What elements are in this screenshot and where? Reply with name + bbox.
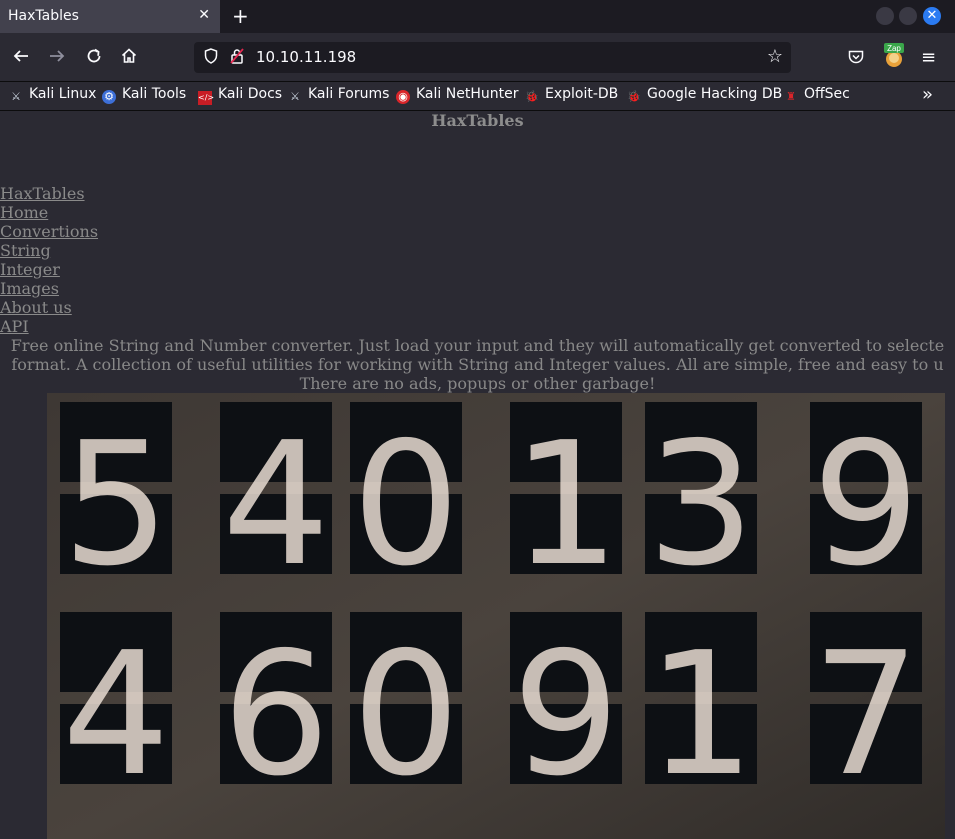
board-digit: 3 [647,406,755,604]
bookmark-label: Kali NetHunter [416,86,519,102]
number-board-photo: 5 4 0 1 3 94 6 0 9 1 7 [47,393,945,839]
board-digit: 9 [812,406,920,604]
bookmark-kali-docs[interactable]: </> Kali Docs [198,86,282,105]
bookmark-label: Kali Forums [308,86,390,102]
bookmark-kali-linux[interactable]: ⚔ Kali Linux [9,86,96,104]
nav-link-convertions[interactable]: Convertions [0,222,98,241]
bookmark-label: OffSec [804,86,850,102]
page-content: HaxTables HaxTables Home Convertions Str… [0,111,955,839]
intro-line: format. A collection of useful utilities… [11,355,944,374]
hamburger-menu-icon[interactable]: ≡ [921,47,936,68]
bookmarks-bar: ⚔ Kali Linux ⚙ Kali Tools </> Kali Docs ⚔ Ka… [0,82,955,111]
minimize-button[interactable] [876,7,894,25]
bookmark-kali-forums[interactable]: ⚔ Kali Forums [288,86,389,104]
nav-link-home[interactable]: Home [0,203,98,222]
exploit-db-icon: 🐞 [525,90,539,103]
forward-arrow-icon[interactable] [48,47,66,70]
kali-tools-icon: ⚙ [102,90,116,104]
bookmark-google-hacking-db[interactable]: 🐞 Google Hacking DB [627,86,782,104]
kali-linux-icon: ⚔ [11,90,21,103]
board-digit: 9 [512,616,620,814]
tab-close-icon[interactable]: ✕ [198,7,210,23]
board-digit: 6 [222,616,330,814]
maximize-button[interactable] [899,7,917,25]
back-arrow-icon[interactable] [12,47,30,70]
nav-link-integer[interactable]: Integer [0,260,98,279]
nav-toolbar: 10.10.11.198 ☆ Zap ≡ [0,33,955,82]
nav-link-images[interactable]: Images [0,279,98,298]
offsec-icon: ♜ [786,90,796,103]
url-text[interactable]: 10.10.11.198 [256,48,356,66]
board-digit: 1 [647,616,755,814]
bookmark-label: Exploit-DB [545,86,619,102]
bookmarks-overflow-icon[interactable]: » [922,84,933,105]
insecure-lock-icon[interactable] [230,48,244,64]
kali-forums-icon: ⚔ [290,90,300,103]
nav-link-api[interactable]: API [0,317,98,336]
bookmark-label: Kali Linux [29,86,97,102]
board-digit: 1 [512,406,620,604]
board-digit: 0 [352,406,460,604]
tab-title: HaxTables [8,8,79,24]
intro-line: Free online String and Number converter.… [10,336,945,355]
board-digit: 4 [222,406,330,604]
nav-link-string[interactable]: String [0,241,98,260]
intro-line: There are no ads, popups or other garbag… [299,374,656,393]
bookmark-label: Kali Docs [218,86,283,102]
nav-link-about-us[interactable]: About us [0,298,98,317]
board-digit: 4 [62,616,170,814]
zap-extension-icon[interactable]: Zap [883,43,905,69]
bookmark-star-icon[interactable]: ☆ [767,46,783,67]
tab-strip: HaxTables ✕ + ✕ [0,0,955,33]
bookmark-kali-nethunter[interactable]: ◉ Kali NetHunter [396,86,518,104]
shield-icon[interactable] [204,48,218,64]
tab-haxtables[interactable]: HaxTables ✕ [0,0,220,33]
reload-icon[interactable] [85,47,103,70]
bookmark-offsec[interactable]: ♜ OffSec [784,86,850,104]
window-close-button[interactable]: ✕ [923,7,941,25]
site-title: HaxTables [431,111,524,130]
nav-link-haxtables[interactable]: HaxTables [0,184,98,203]
bookmark-label: Kali Tools [122,86,187,102]
new-tab-button[interactable]: + [232,4,249,28]
pocket-icon[interactable] [848,50,864,64]
board-digit: 5 [62,406,170,604]
url-bar[interactable]: 10.10.11.198 ☆ [194,42,791,73]
site-nav: HaxTables Home Convertions String Intege… [0,184,98,336]
board-digit: 0 [352,616,460,814]
bookmark-exploit-db[interactable]: 🐞 Exploit-DB [525,86,618,104]
ghdb-icon: 🐞 [627,90,641,103]
kali-docs-icon: </> [198,91,214,105]
bookmark-kali-tools[interactable]: ⚙ Kali Tools [102,86,186,104]
board-digit: 7 [812,616,920,814]
zap-badge-text: Zap [887,44,901,53]
hero-image: 540139460917 [47,393,945,839]
bookmark-label: Google Hacking DB [647,86,783,102]
intro-paragraph: Free online String and Number converter.… [0,336,955,393]
kali-nethunter-icon: ◉ [396,90,410,104]
home-icon[interactable] [120,47,138,70]
